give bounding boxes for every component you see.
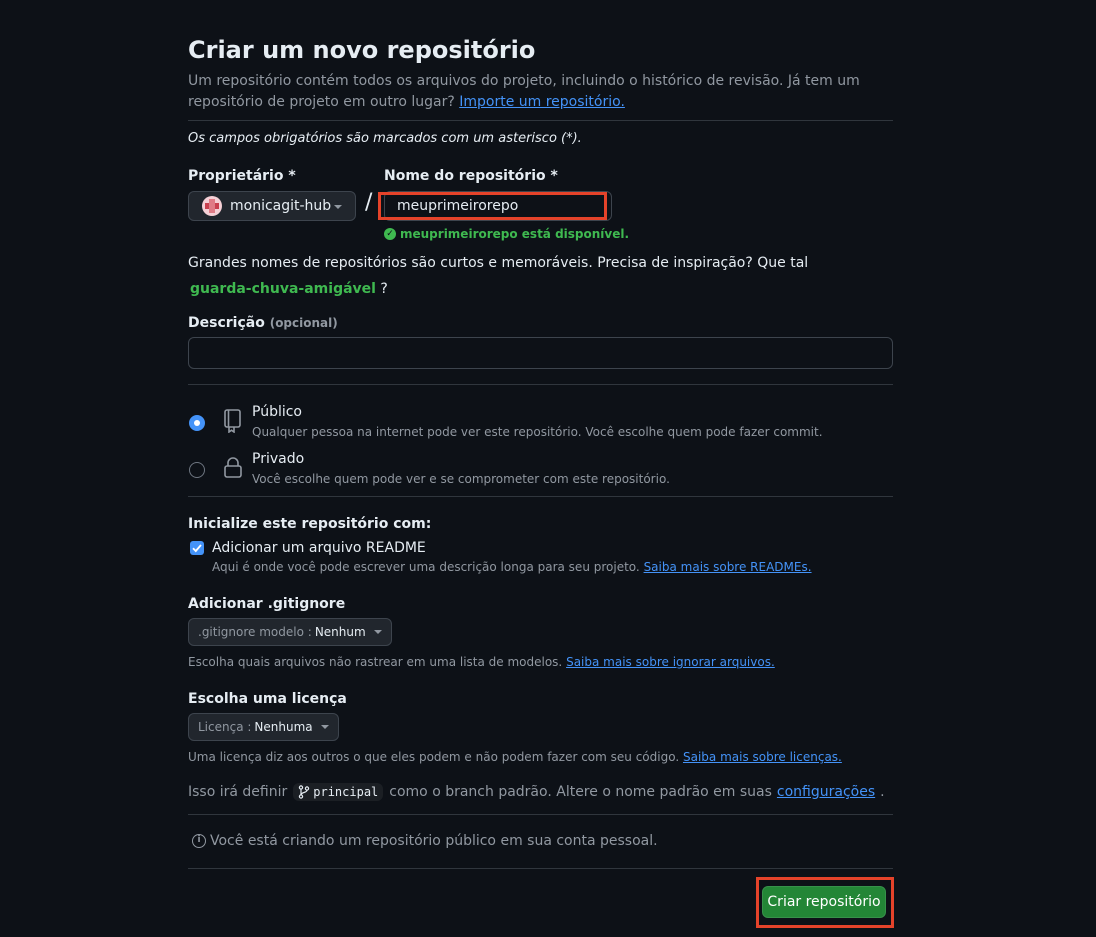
- optional-tag: (opcional): [269, 316, 338, 330]
- divider: [188, 868, 893, 869]
- account-info-note: i Você está criando um repositório públi…: [192, 833, 658, 849]
- branch-chip: principal: [293, 783, 384, 801]
- page-subtitle: Um repositório contém todos os arquivos …: [188, 71, 868, 113]
- gitignore-note: Escolha quais arquivos não rastrear em u…: [188, 655, 775, 669]
- divider: [188, 496, 893, 497]
- inspiration-suffix: ?: [380, 281, 388, 297]
- gitignore-dropdown[interactable]: .gitignore modelo : Nenhum: [188, 618, 392, 646]
- public-radio[interactable]: [189, 415, 205, 431]
- name-inspiration: Grandes nomes de repositórios são curtos…: [188, 250, 893, 302]
- private-radio[interactable]: [189, 462, 205, 478]
- readme-note: Aqui é onde você pode escrever uma descr…: [212, 560, 812, 574]
- required-fields-note: Os campos obrigatórios são marcados com …: [188, 131, 582, 146]
- default-branch-note: Isso irá definir principal como o branch…: [188, 783, 885, 801]
- suggested-name-link[interactable]: guarda-chuva-amigável: [190, 281, 376, 297]
- description-label: Descrição (opcional): [188, 315, 338, 331]
- readme-label[interactable]: Adicionar um arquivo README: [212, 540, 426, 556]
- repo-book-icon: [224, 409, 241, 433]
- caret-down-icon: [320, 725, 329, 729]
- info-text: Você está criando um repositório público…: [210, 833, 658, 849]
- license-note: Uma licença diz aos outros o que eles po…: [188, 750, 842, 764]
- gitignore-note-text: Escolha quais arquivos não rastrear em u…: [188, 655, 563, 669]
- readme-desc: Aqui é onde você pode escrever uma descr…: [212, 560, 640, 574]
- info-icon: i: [192, 834, 206, 848]
- branch-suffix: .: [880, 784, 885, 800]
- gitignore-prefix: .gitignore modelo :: [198, 625, 312, 639]
- import-repo-link[interactable]: Importe um repositório.: [459, 94, 625, 110]
- init-heading: Inicialize este repositório com:: [188, 516, 432, 532]
- public-desc: Qualquer pessoa na internet pode ver est…: [252, 425, 823, 439]
- git-branch-icon: [299, 785, 310, 799]
- divider: [188, 120, 893, 121]
- page-title: Criar um novo repositório: [188, 36, 536, 64]
- license-learn-more-link[interactable]: Saiba mais sobre licenças.: [683, 750, 842, 764]
- settings-link[interactable]: configurações: [777, 784, 875, 800]
- description-input[interactable]: [188, 337, 893, 369]
- readme-checkbox[interactable]: [190, 541, 204, 555]
- readme-learn-more-link[interactable]: Saiba mais sobre READMEs.: [644, 560, 812, 574]
- owner-dropdown[interactable]: monicagit-hub: [188, 191, 356, 221]
- gitignore-heading: Adicionar .gitignore: [188, 596, 346, 612]
- license-note-text: Uma licença diz aos outros o que eles po…: [188, 750, 680, 764]
- license-heading: Escolha uma licença: [188, 691, 347, 707]
- license-value: Nenhuma: [254, 720, 313, 734]
- public-title: Público: [252, 404, 302, 420]
- create-repo-button[interactable]: Criar repositório: [762, 886, 886, 918]
- branch-prefix: Isso irá definir: [188, 784, 288, 800]
- branch-name: principal: [313, 785, 379, 799]
- avatar: [202, 196, 222, 216]
- check-icon: [192, 544, 202, 553]
- private-title: Privado: [252, 451, 305, 467]
- description-label-text: Descrição: [188, 315, 265, 331]
- lock-icon: [224, 457, 242, 478]
- availability-text: meuprimeirorepo está disponível.: [400, 227, 630, 241]
- caret-down-icon: [373, 630, 382, 634]
- check-circle-icon: ✓: [384, 228, 396, 240]
- divider: [188, 384, 893, 385]
- branch-middle: como o branch padrão. Altere o nome padr…: [389, 784, 772, 800]
- divider: [188, 814, 893, 815]
- repo-name-input[interactable]: [384, 191, 612, 221]
- license-dropdown[interactable]: Licença : Nenhuma: [188, 713, 339, 741]
- owner-label: Proprietário *: [188, 168, 296, 184]
- owner-repo-separator: /: [365, 190, 373, 215]
- owner-name: monicagit-hub: [230, 198, 332, 214]
- license-prefix: Licença :: [198, 720, 252, 734]
- gitignore-learn-more-link[interactable]: Saiba mais sobre ignorar arquivos.: [566, 655, 775, 669]
- private-desc: Você escolhe quem pode ver e se comprome…: [252, 472, 670, 486]
- caret-down-icon: [334, 205, 342, 209]
- gitignore-value: Nenhum: [314, 625, 366, 639]
- inspiration-text: Grandes nomes de repositórios são curtos…: [188, 255, 809, 271]
- availability-status: ✓ meuprimeirorepo está disponível.: [384, 227, 629, 241]
- repo-name-label: Nome do repositório *: [384, 168, 558, 184]
